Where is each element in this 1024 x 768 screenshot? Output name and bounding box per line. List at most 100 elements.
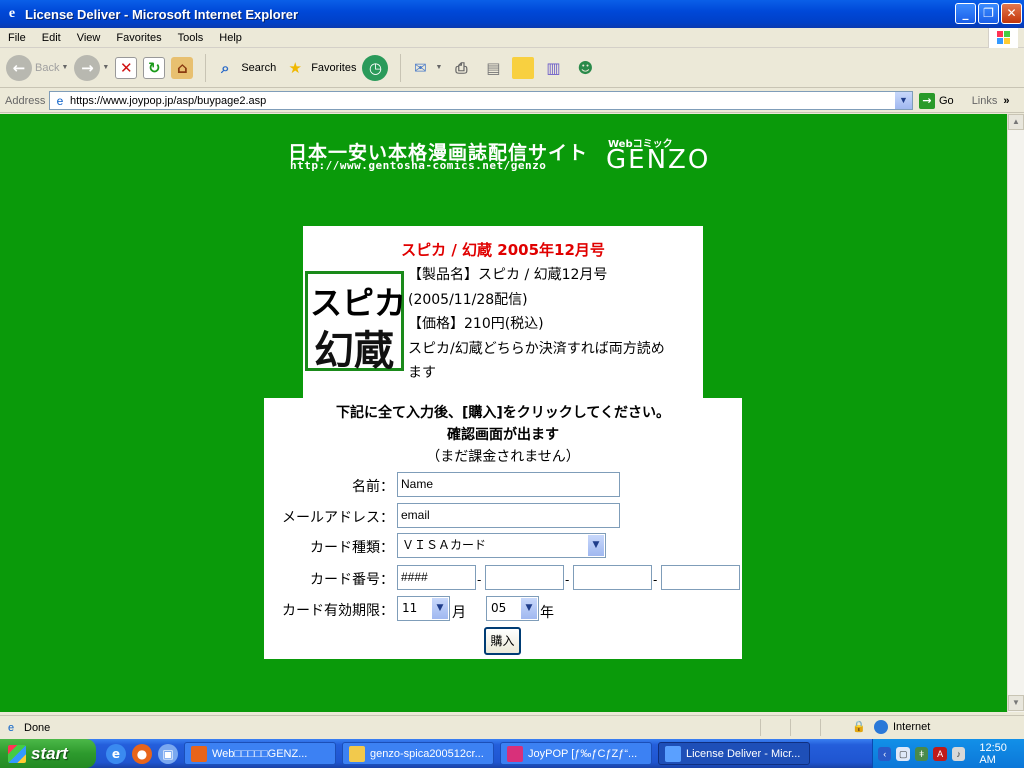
ie-quicklaunch-icon[interactable]: e xyxy=(106,743,126,764)
product-title: スピカ / 幻蔵 2005年12月号 xyxy=(401,241,605,259)
maximize-button[interactable]: ❐ xyxy=(978,3,999,24)
forward-button[interactable]: → ▼ xyxy=(74,54,109,81)
task-firefox-genzo[interactable]: Web□□□□□GENZ... xyxy=(184,742,336,765)
links-button[interactable]: Links xyxy=(972,95,998,107)
product-cover-image: スピカ 幻蔵 xyxy=(305,271,406,374)
expiry-month-value: 11 xyxy=(402,601,418,615)
card-type-select[interactable]: ＶＩＳＡカード ▼ xyxy=(397,533,606,558)
mail-button[interactable]: ✉ ▼ xyxy=(407,55,442,81)
address-input[interactable]: e https://www.joypop.jp/asp/buypage2.asp… xyxy=(49,91,913,110)
system-tray: ‹ ▢ ǂ A ♪ 12:50 AM xyxy=(872,739,1024,768)
card-number-field-1[interactable]: #### xyxy=(397,565,476,590)
task-license-deliver[interactable]: License Deliver - Micr... xyxy=(658,742,810,765)
tray-volume-icon[interactable]: ♪ xyxy=(951,746,966,761)
lock-icon[interactable]: 🔒 xyxy=(852,720,866,734)
go-button[interactable]: → Go xyxy=(919,92,954,109)
firefox-quicklaunch-icon[interactable]: ● xyxy=(132,743,152,764)
print-button[interactable]: ⎙ xyxy=(448,55,474,81)
toolbar-separator xyxy=(400,53,402,82)
tray-network-icon[interactable]: ǂ xyxy=(914,746,929,761)
edit-icon: ▤ xyxy=(486,58,501,77)
scroll-up-button[interactable]: ▲ xyxy=(1008,114,1024,130)
history-button[interactable]: ◷ xyxy=(362,54,389,81)
card-number-dash: - xyxy=(565,573,570,587)
toolbar-separator xyxy=(205,53,207,82)
go-label: Go xyxy=(939,94,954,107)
chevron-down-icon: ▼ xyxy=(432,598,448,619)
title-bar: e License Deliver - Microsoft Internet E… xyxy=(0,0,1024,28)
card-number-field-4[interactable] xyxy=(661,565,740,590)
card-type-label: カード種類： xyxy=(310,540,394,556)
stop-button[interactable]: ✕ xyxy=(115,56,138,79)
menu-favorites[interactable]: Favorites xyxy=(108,32,169,44)
card-number-field-2[interactable] xyxy=(485,565,564,590)
address-bar: Address e https://www.joypop.jp/asp/buyp… xyxy=(0,89,1024,113)
tray-expand-icon[interactable]: ‹ xyxy=(878,746,892,761)
expiry-year-select[interactable]: 05 ▼ xyxy=(486,596,539,621)
search-icon: ⌕ xyxy=(221,58,230,77)
ie-icon: e xyxy=(8,6,16,21)
page-icon: e xyxy=(7,721,15,734)
task-label: genzo-spica200512cr... xyxy=(370,747,484,760)
stop-icon: ✕ xyxy=(115,56,138,79)
email-label: メールアドレス： xyxy=(282,510,394,526)
name-input[interactable]: Name xyxy=(397,472,620,497)
research-button[interactable]: ▥ xyxy=(540,55,566,81)
chevron-down-icon: ▼ xyxy=(521,598,537,619)
toolbar: ← Back ▼ → ▼ ✕ ↻ ⌂ ⌕ Search ★ Favorites … xyxy=(0,48,1024,88)
card-number-field-3[interactable] xyxy=(573,565,652,590)
back-button[interactable]: ← Back ▼ xyxy=(6,54,69,81)
clock: 12:50 AM xyxy=(979,741,1007,766)
mail-icon: ✉ xyxy=(414,58,427,77)
address-dropdown[interactable]: ▼ xyxy=(895,92,912,109)
task-joypop[interactable]: JoyPOP [ƒ‰ƒCƒZƒ“... xyxy=(500,742,652,765)
chevron-down-icon: ▼ xyxy=(61,64,69,71)
vertical-scrollbar[interactable]: ▲ ▼ xyxy=(1007,114,1024,712)
tray-app-icon[interactable]: ▢ xyxy=(896,746,910,761)
chevron-right-icon[interactable]: » xyxy=(1003,95,1009,107)
menu-edit[interactable]: Edit xyxy=(34,32,69,44)
desktop-quicklaunch-icon[interactable]: ▣ xyxy=(158,743,178,764)
ati-icon[interactable]: A xyxy=(933,746,947,761)
product-note-line: スピカ/幻蔵どちらか決済すれば両方読め xyxy=(408,340,665,357)
close-button[interactable]: ✕ xyxy=(1001,3,1022,24)
cover-title-bottom: 幻蔵 xyxy=(314,327,394,374)
task-folder-genzo[interactable]: genzo-spica200512cr... xyxy=(342,742,494,765)
search-button[interactable]: ⌕ Search xyxy=(212,55,276,81)
email-input[interactable]: email xyxy=(397,503,620,528)
start-button[interactable]: start xyxy=(0,739,96,768)
instruction-line-1: 下記に全て入力後、[購入]をクリックしてください。 xyxy=(336,405,670,421)
edit-button[interactable]: ▤ xyxy=(480,55,506,81)
menu-file[interactable]: File xyxy=(0,32,34,44)
home-button[interactable]: ⌂ xyxy=(171,56,194,79)
printer-icon: ⎙ xyxy=(455,58,468,77)
site-banner[interactable]: 日本一安い本格漫画誌配信サイト http://www.gentosha-comi… xyxy=(288,138,728,178)
card-type-value: ＶＩＳＡカード xyxy=(402,538,487,552)
menu-view[interactable]: View xyxy=(69,32,109,44)
menu-help[interactable]: Help xyxy=(211,32,250,44)
favorites-label: Favorites xyxy=(311,61,357,74)
minimize-button[interactable]: _ xyxy=(955,3,976,24)
zone-label: Internet xyxy=(893,721,931,733)
joypop-icon xyxy=(507,745,523,762)
back-arrow-icon: ← xyxy=(6,54,32,81)
favorites-button[interactable]: ★ Favorites xyxy=(282,55,356,81)
expiry-month-select[interactable]: 11 ▼ xyxy=(397,596,450,621)
product-name-line: 【製品名】スピカ / 幻蔵12月号 xyxy=(408,267,608,283)
address-url: https://www.joypop.jp/asp/buypage2.asp xyxy=(70,94,267,107)
expiry-label: カード有効期限： xyxy=(282,603,394,619)
history-icon: ◷ xyxy=(362,54,389,81)
expiry-year-value: 05 xyxy=(491,601,507,615)
task-label: JoyPOP [ƒ‰ƒCƒZƒ“... xyxy=(528,747,638,760)
scroll-down-button[interactable]: ▼ xyxy=(1008,695,1024,711)
menu-tools[interactable]: Tools xyxy=(170,32,212,44)
status-cells xyxy=(760,719,850,736)
folder-icon xyxy=(349,745,365,762)
refresh-button[interactable]: ↻ xyxy=(143,56,166,79)
discuss-button[interactable] xyxy=(512,56,535,79)
buy-button[interactable]: 購入 xyxy=(484,627,521,655)
security-zone[interactable]: Internet xyxy=(874,720,930,734)
card-number-dash: - xyxy=(477,573,482,587)
menu-bar: File Edit View Favorites Tools Help xyxy=(0,28,1024,48)
messenger-button[interactable]: ☻ xyxy=(572,55,598,81)
